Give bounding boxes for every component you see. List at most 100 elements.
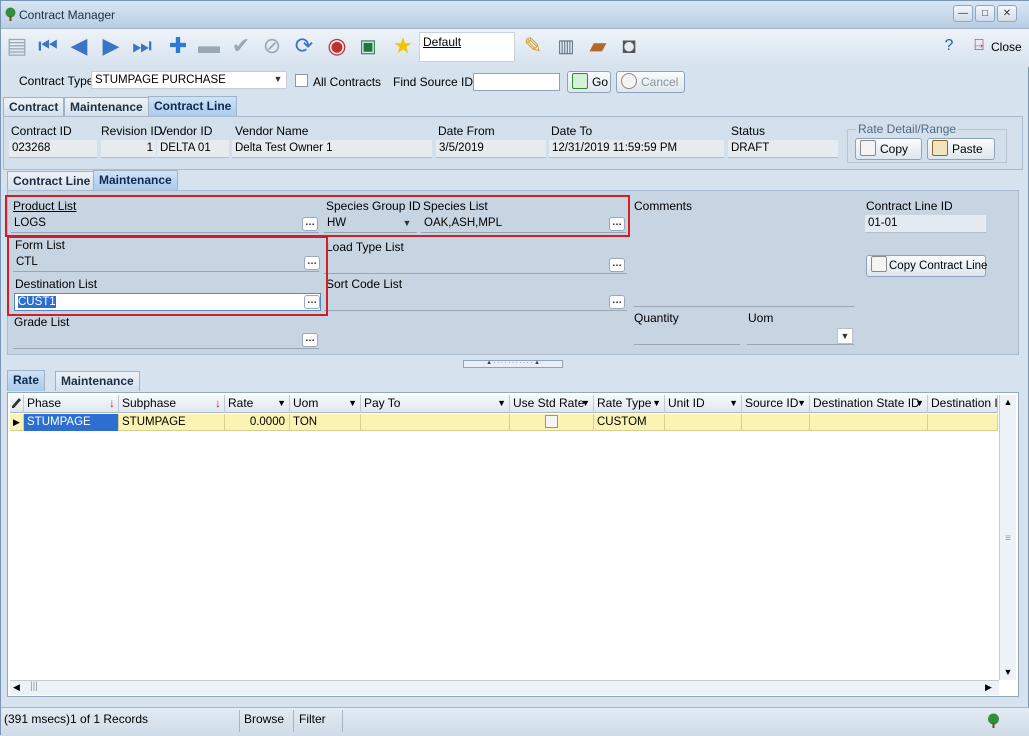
- grade-list-ellipsis-button[interactable]: …: [302, 333, 318, 347]
- cell-unit-id[interactable]: [665, 414, 742, 431]
- tab-rate-maintenance[interactable]: Maintenance: [55, 371, 140, 391]
- cell-use-std-rate[interactable]: [510, 414, 594, 431]
- cell-phase[interactable]: STUMPAGE: [24, 414, 119, 431]
- first-record-icon[interactable]: ⏮: [34, 32, 62, 60]
- layout-default-link[interactable]: Default: [423, 35, 461, 49]
- layout-selector[interactable]: Default: [419, 32, 515, 62]
- filter-dropdown-icon[interactable]: ▼: [497, 395, 506, 411]
- scroll-down-icon[interactable]: ▼: [1000, 667, 1016, 677]
- close-window-button[interactable]: ✕: [997, 5, 1017, 22]
- cancel-button[interactable]: Cancel: [616, 71, 685, 93]
- cell-subphase[interactable]: STUMPAGE: [119, 414, 225, 431]
- column-header-pay-to[interactable]: Pay To ▼: [361, 395, 510, 413]
- filter-dropdown-icon[interactable]: ▼: [915, 395, 924, 411]
- previous-record-icon[interactable]: ◀: [65, 32, 93, 60]
- filter-dropdown-icon[interactable]: ▼: [797, 395, 806, 411]
- maximize-button[interactable]: □: [975, 5, 995, 22]
- excel-icon[interactable]: ▣: [354, 32, 382, 60]
- grade-list-field[interactable]: [13, 331, 319, 349]
- column-header-uom[interactable]: Uom ▼: [290, 395, 361, 413]
- scroll-up-icon[interactable]: ▲: [1000, 397, 1016, 407]
- cancel-record-icon[interactable]: ⊘: [258, 32, 286, 60]
- subphase-header-label: Subphase: [122, 396, 177, 410]
- contract-type-select[interactable]: STUMPAGE PURCHASE: [91, 71, 287, 89]
- contract-type-dropdown-icon[interactable]: ▼: [270, 72, 286, 88]
- sort-code-field[interactable]: [324, 293, 627, 311]
- phase-header-label: Phase: [27, 396, 62, 410]
- cell-rate[interactable]: 0.0000: [225, 414, 290, 431]
- tab-maintenance[interactable]: Maintenance: [64, 97, 149, 117]
- copy-button[interactable]: Copy: [855, 138, 922, 160]
- record-icon[interactable]: ▤: [3, 32, 31, 60]
- column-header-subphase[interactable]: Subphase ↓: [119, 395, 225, 413]
- tab-contract-line[interactable]: Contract Line: [148, 96, 238, 117]
- vertical-scrollbar[interactable]: ▲ ≡ ▼: [999, 395, 1016, 680]
- subtab-maintenance[interactable]: Maintenance: [93, 170, 178, 191]
- vendor-id-field: DELTA 01: [157, 140, 229, 158]
- cell-pay-to[interactable]: [361, 414, 510, 431]
- refresh-icon[interactable]: ⟳: [290, 32, 318, 60]
- use-std-rate-checkbox[interactable]: [545, 415, 558, 428]
- scroll-thumb-grip[interactable]: ≡: [1000, 533, 1016, 544]
- subtab-contract-line[interactable]: Contract Line: [7, 171, 97, 191]
- tab-rate[interactable]: Rate: [7, 370, 46, 391]
- camera-icon[interactable]: ◘: [615, 32, 643, 60]
- next-record-icon[interactable]: ▶: [97, 32, 125, 60]
- close-label[interactable]: Close: [991, 40, 1022, 54]
- go-button[interactable]: Go: [567, 71, 611, 93]
- all-contracts-checkbox[interactable]: [295, 74, 308, 87]
- horizontal-scrollbar[interactable]: ◀ ||| ▶: [10, 680, 999, 695]
- sort-code-ellipsis-button[interactable]: …: [609, 295, 625, 309]
- scroll-right-icon[interactable]: ▶: [985, 682, 992, 693]
- add-record-icon[interactable]: ✚: [164, 32, 192, 60]
- cell-rate-type[interactable]: CUSTOM: [594, 414, 665, 431]
- hscroll-thumb-grip[interactable]: |||: [30, 681, 38, 692]
- uom-dropdown-icon[interactable]: ▼: [837, 328, 853, 344]
- exit-door-icon[interactable]: ⍈: [965, 32, 993, 60]
- filter-dropdown-icon[interactable]: ▼: [348, 395, 357, 411]
- use-std-rate-header-label: Use Std Rate: [513, 396, 585, 410]
- column-header-unit-id[interactable]: Unit ID ▼: [665, 395, 742, 413]
- last-record-icon[interactable]: ⏭: [128, 32, 156, 60]
- comments-field[interactable]: [634, 215, 854, 307]
- delete-record-icon[interactable]: ▬: [195, 32, 223, 60]
- cell-destination-state-id[interactable]: [810, 414, 928, 431]
- briefcase-icon[interactable]: ▰: [584, 32, 612, 60]
- splitter-handle[interactable]: ▲ · · · · · · · · · · · ▲: [463, 360, 563, 368]
- find-source-input[interactable]: [473, 73, 560, 91]
- column-header-rate[interactable]: Rate ▼: [225, 395, 290, 413]
- help-icon[interactable]: ?: [935, 32, 963, 60]
- filter-dropdown-icon[interactable]: ▼: [729, 395, 738, 411]
- uom-header-label: Uom: [293, 396, 319, 410]
- paste-button[interactable]: Paste: [927, 138, 995, 160]
- cell-destination-id[interactable]: [928, 414, 998, 431]
- minimize-button[interactable]: —: [953, 5, 973, 22]
- records-status: (391 msecs)1 of 1 Records: [4, 712, 149, 726]
- cell-source-id[interactable]: [742, 414, 810, 431]
- status-divider: [293, 710, 294, 732]
- load-type-ellipsis-button[interactable]: …: [609, 258, 625, 272]
- column-header-source-id[interactable]: Source ID ▼: [742, 395, 810, 413]
- filter-dropdown-icon[interactable]: ▼: [652, 395, 661, 411]
- copy-contract-line-button[interactable]: Copy Contract Line: [866, 255, 987, 277]
- post-record-icon[interactable]: ✔: [227, 32, 255, 60]
- load-type-field[interactable]: [324, 256, 627, 274]
- favorites-star-icon[interactable]: ★: [389, 32, 417, 60]
- tree-status-icon: [988, 713, 999, 728]
- column-header-phase[interactable]: Phase ↓: [24, 395, 119, 413]
- cell-uom[interactable]: TON: [290, 414, 361, 431]
- tab-contract[interactable]: Contract: [3, 97, 65, 117]
- quantity-field[interactable]: [634, 327, 740, 345]
- column-header-destination-state-id[interactable]: Destination State ID ▼: [810, 395, 928, 413]
- column-header-use-std-rate[interactable]: Use Std Rate ▼: [510, 395, 594, 413]
- scroll-left-icon[interactable]: ◀: [13, 682, 20, 693]
- filter-dropdown-icon[interactable]: ▼: [277, 395, 286, 411]
- validate-icon[interactable]: ◉: [323, 32, 351, 60]
- pencil-icon[interactable]: ✎: [519, 32, 547, 60]
- report-icon[interactable]: ▥: [552, 32, 580, 60]
- column-header-destination-id[interactable]: Destination ID: [928, 395, 998, 413]
- filter-dropdown-icon[interactable]: ▼: [581, 395, 590, 411]
- date-from-field: 3/5/2019: [436, 140, 546, 158]
- column-header-rate-type[interactable]: Rate Type ▼: [594, 395, 665, 413]
- filter-status[interactable]: Filter: [299, 712, 326, 726]
